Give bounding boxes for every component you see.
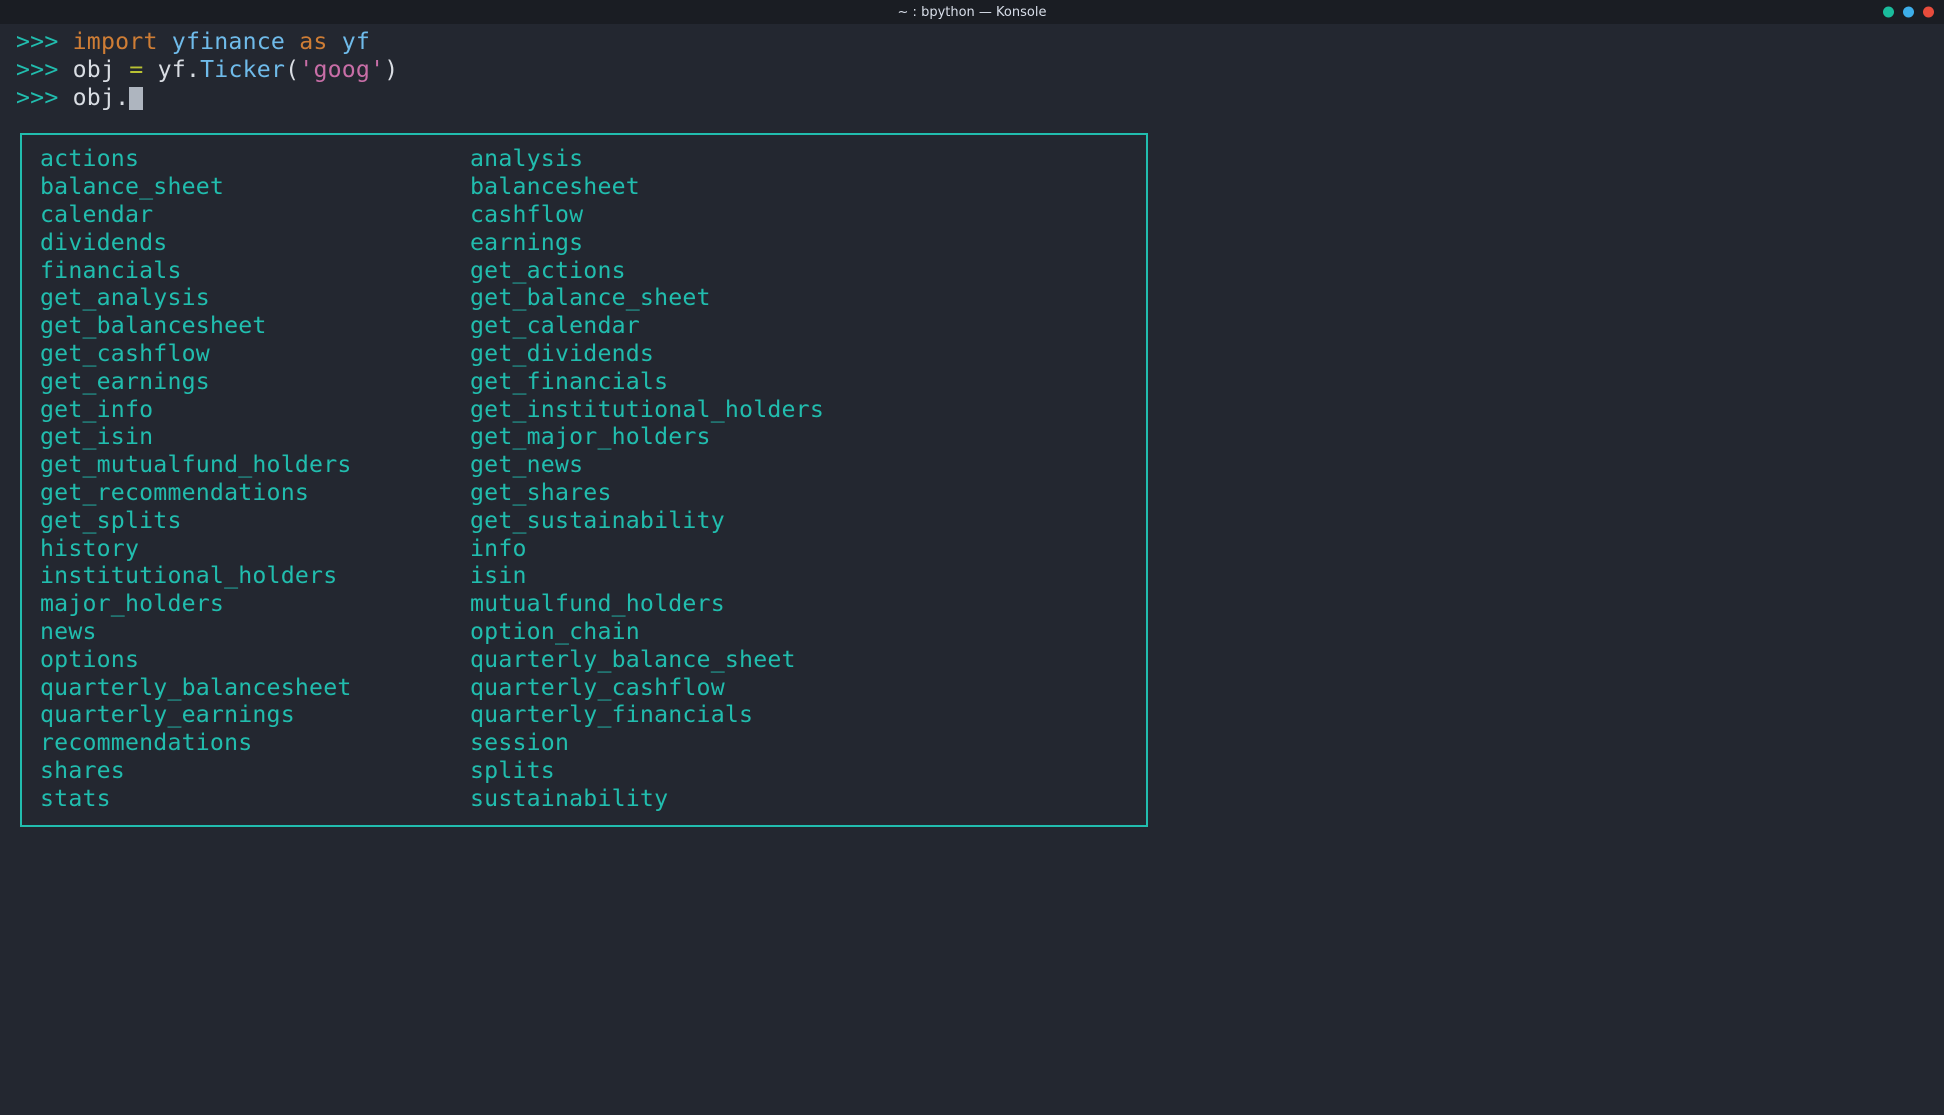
code-token: 'goog' — [299, 56, 384, 83]
completion-item[interactable]: get_balancesheet — [40, 312, 470, 340]
repl-line: >>> import yfinance as yf — [16, 28, 1928, 56]
completion-item[interactable]: get_cashflow — [40, 340, 470, 368]
completion-item[interactable]: institutional_holders — [40, 562, 470, 590]
completion-item[interactable]: get_info — [40, 396, 470, 424]
code-token — [115, 56, 129, 83]
close-button[interactable] — [1923, 7, 1934, 18]
completion-item[interactable]: stats — [40, 785, 470, 813]
completion-item[interactable]: session — [470, 729, 1128, 757]
titlebar: ~ : bpython — Konsole — [0, 0, 1944, 24]
code-token: yfinance — [172, 28, 285, 55]
completion-item[interactable]: quarterly_cashflow — [470, 674, 1128, 702]
code-token: Ticker — [200, 56, 285, 83]
completion-item[interactable]: get_calendar — [470, 312, 1128, 340]
completion-item[interactable]: get_analysis — [40, 284, 470, 312]
completion-item[interactable]: get_shares — [470, 479, 1128, 507]
repl-prompt: >>> — [16, 56, 73, 83]
completion-item[interactable]: balance_sheet — [40, 173, 470, 201]
code-token: ( — [285, 56, 299, 83]
maximize-button[interactable] — [1903, 7, 1914, 18]
code-token — [328, 28, 342, 55]
code-token: import — [73, 28, 158, 55]
cursor-icon — [129, 87, 143, 110]
completion-item[interactable]: get_dividends — [470, 340, 1128, 368]
completion-item[interactable]: cashflow — [470, 201, 1128, 229]
completion-item[interactable]: quarterly_financials — [470, 701, 1128, 729]
code-token — [143, 56, 157, 83]
code-token — [158, 28, 172, 55]
code-token: obj — [73, 56, 115, 83]
completion-item[interactable]: get_earnings — [40, 368, 470, 396]
completion-item[interactable]: splits — [470, 757, 1128, 785]
code-token: yf — [342, 28, 370, 55]
completion-item[interactable]: financials — [40, 257, 470, 285]
completion-item[interactable]: get_news — [470, 451, 1128, 479]
completion-popup: actionsanalysisbalance_sheetbalancesheet… — [20, 133, 1148, 826]
code-token: = — [129, 56, 143, 83]
completion-item[interactable]: history — [40, 535, 470, 563]
completion-item[interactable]: sustainability — [470, 785, 1128, 813]
completion-item[interactable]: quarterly_earnings — [40, 701, 470, 729]
completion-item[interactable]: get_balance_sheet — [470, 284, 1128, 312]
completion-item[interactable]: get_isin — [40, 423, 470, 451]
completion-item[interactable]: get_sustainability — [470, 507, 1128, 535]
completion-item[interactable]: dividends — [40, 229, 470, 257]
code-token: yf — [158, 56, 186, 83]
code-token: as — [299, 28, 327, 55]
completion-item[interactable]: get_financials — [470, 368, 1128, 396]
completion-item[interactable]: isin — [470, 562, 1128, 590]
completion-item[interactable]: earnings — [470, 229, 1128, 257]
completion-item[interactable]: balancesheet — [470, 173, 1128, 201]
completion-item[interactable]: news — [40, 618, 470, 646]
completion-item[interactable]: mutualfund_holders — [470, 590, 1128, 618]
repl-prompt: >>> — [16, 84, 73, 111]
code-token: obj — [73, 84, 115, 111]
completion-item[interactable]: get_institutional_holders — [470, 396, 1128, 424]
minimize-button[interactable] — [1883, 7, 1894, 18]
completion-item[interactable]: options — [40, 646, 470, 674]
completion-item[interactable]: get_mutualfund_holders — [40, 451, 470, 479]
repl-line: >>> obj. — [16, 84, 1928, 112]
window-title: ~ : bpython — Konsole — [898, 5, 1047, 20]
completion-item[interactable]: quarterly_balancesheet — [40, 674, 470, 702]
completion-item[interactable]: get_major_holders — [470, 423, 1128, 451]
code-token: . — [186, 56, 200, 83]
completion-item[interactable]: recommendations — [40, 729, 470, 757]
window-controls — [1883, 7, 1934, 18]
code-token: ) — [384, 56, 398, 83]
completion-item[interactable]: option_chain — [470, 618, 1128, 646]
completion-item[interactable]: calendar — [40, 201, 470, 229]
completion-item[interactable]: get_splits — [40, 507, 470, 535]
repl-line: >>> obj = yf.Ticker('goog') — [16, 56, 1928, 84]
completion-item[interactable]: info — [470, 535, 1128, 563]
completion-item[interactable]: analysis — [470, 145, 1128, 173]
completion-item[interactable]: get_recommendations — [40, 479, 470, 507]
completion-item[interactable]: quarterly_balance_sheet — [470, 646, 1128, 674]
terminal-area[interactable]: >>> import yfinance as yf>>> obj = yf.Ti… — [0, 24, 1944, 827]
completion-item[interactable]: get_actions — [470, 257, 1128, 285]
completion-item[interactable]: actions — [40, 145, 470, 173]
code-token — [285, 28, 299, 55]
repl-prompt: >>> — [16, 28, 73, 55]
completion-item[interactable]: shares — [40, 757, 470, 785]
completion-item[interactable]: major_holders — [40, 590, 470, 618]
code-token: . — [115, 84, 129, 111]
